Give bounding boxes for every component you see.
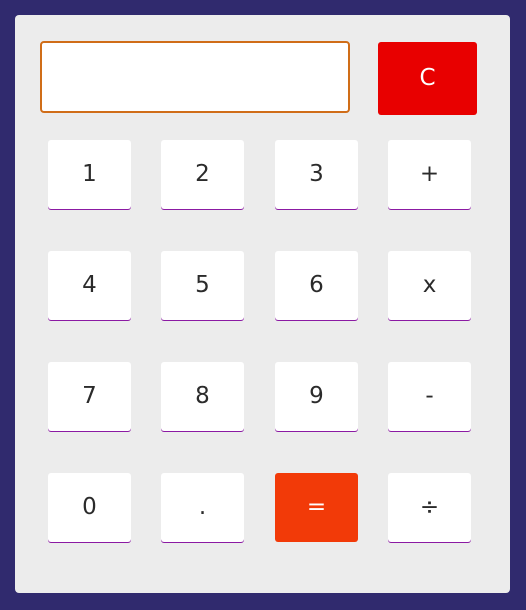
digit-5-button[interactable]: 5 [161, 251, 244, 320]
digit-9-button[interactable]: 9 [275, 362, 358, 431]
subtract-button[interactable]: - [388, 362, 471, 431]
decimal-point-button[interactable]: . [161, 473, 244, 542]
digit-0-button[interactable]: 0 [48, 473, 131, 542]
digit-2-button[interactable]: 2 [161, 140, 244, 209]
divide-button[interactable]: ÷ [388, 473, 471, 542]
digit-6-button[interactable]: 6 [275, 251, 358, 320]
equals-button[interactable]: = [275, 473, 358, 542]
calculator-display[interactable] [40, 41, 350, 113]
multiply-button[interactable]: x [388, 251, 471, 320]
digit-3-button[interactable]: 3 [275, 140, 358, 209]
calculator-panel: C 1 2 3 + 4 5 6 x 7 8 9 - 0 . = ÷ [15, 15, 510, 593]
digit-8-button[interactable]: 8 [161, 362, 244, 431]
digit-4-button[interactable]: 4 [48, 251, 131, 320]
digit-1-button[interactable]: 1 [48, 140, 131, 209]
clear-button[interactable]: C [378, 42, 477, 115]
add-button[interactable]: + [388, 140, 471, 209]
digit-7-button[interactable]: 7 [48, 362, 131, 431]
